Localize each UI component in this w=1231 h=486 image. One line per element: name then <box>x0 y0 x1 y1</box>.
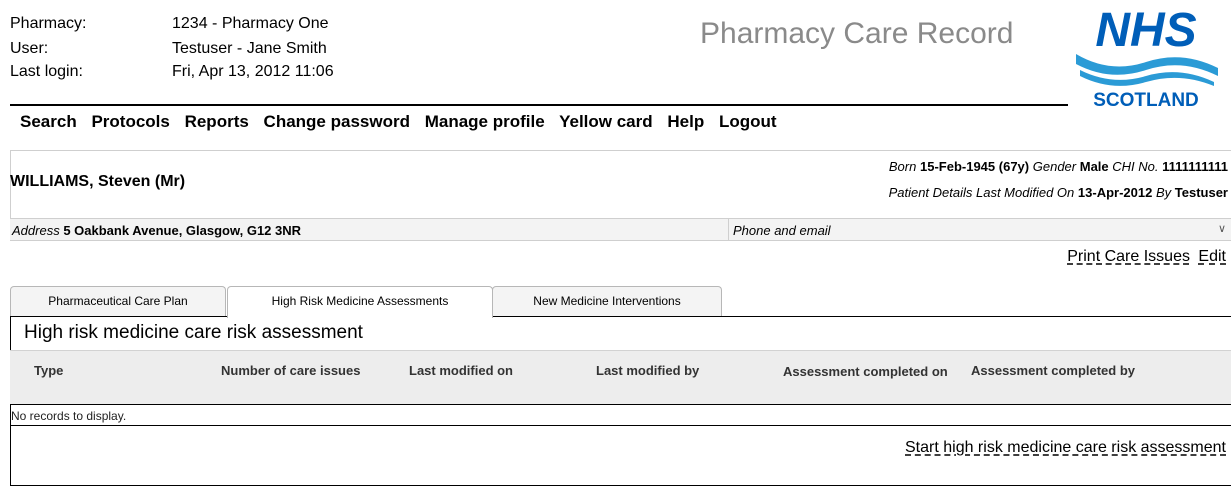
nav-protocols[interactable]: Protocols <box>91 112 169 131</box>
tab-high-risk-medicine-assessments[interactable]: High Risk Medicine Assessments <box>227 286 493 318</box>
tab-new-medicine-interventions[interactable]: New Medicine Interventions <box>492 286 722 316</box>
last-login-label: Last login: <box>10 63 83 80</box>
born-value: 15-Feb-1945 <box>919 159 996 174</box>
user-value: Testuser - Jane Smith <box>172 40 327 57</box>
gender-label: Gender <box>1032 159 1077 174</box>
nav-help[interactable]: Help <box>667 112 704 131</box>
modified-label: Patient Details Last Modified On <box>888 185 1075 200</box>
edit-link[interactable]: Edit <box>1198 248 1226 265</box>
last-login-value: Fri, Apr 13, 2012 11:06 <box>172 63 334 80</box>
nav-reports[interactable]: Reports <box>185 112 249 131</box>
logo-scotland-text: SCOTLAND <box>1093 90 1199 111</box>
modified-by-label: By <box>1155 185 1172 200</box>
address-label: Address <box>12 223 60 238</box>
modified-by-value: Testuser <box>1174 185 1228 200</box>
print-care-issues-link[interactable]: Print Care Issues <box>1067 248 1190 265</box>
pharmacy-value: 1234 - Pharmacy One <box>172 15 329 32</box>
chi-label: CHI No. <box>1112 159 1159 174</box>
column-header-type[interactable]: Type <box>34 363 63 378</box>
age-value: (67y) <box>998 159 1030 174</box>
gender-value: Male <box>1079 159 1109 174</box>
nhs-scotland-logo: NHS SCOTLAND <box>1076 4 1218 111</box>
address-value: 5 Oakbank Avenue, Glasgow, G12 3NR <box>63 223 302 238</box>
column-header-last-modified-by[interactable]: Last modified by <box>596 363 699 378</box>
top-nav: Search Protocols Reports Change password… <box>20 112 787 132</box>
start-assessment-link[interactable]: Start high risk medicine care risk asses… <box>905 439 1226 457</box>
patient-demographics: Born 15-Feb-1945 (67y) Gender Male CHI N… <box>889 159 1228 174</box>
chi-value: 1111111111 <box>1162 159 1228 174</box>
address-divider <box>728 219 729 240</box>
nav-change-password[interactable]: Change password <box>264 112 410 131</box>
logo-nhs-text: NHS <box>1095 4 1196 57</box>
column-header-care-issues[interactable]: Number of care issues <box>221 363 360 378</box>
born-label: Born <box>888 159 917 174</box>
column-header-assessment-completed-on[interactable]: Assessment completed on <box>783 363 963 381</box>
nav-manage-profile[interactable]: Manage profile <box>425 112 545 131</box>
patient-modified-line: Patient Details Last Modified On 13-Apr-… <box>889 185 1228 200</box>
patient-actions: Print Care Issues Edit <box>1067 248 1226 266</box>
app-title: Pharmacy Care Record <box>700 17 1014 50</box>
column-header-last-modified-on[interactable]: Last modified on <box>409 363 513 378</box>
pharmacy-label: Pharmacy: <box>10 15 87 32</box>
header-divider <box>10 104 1068 106</box>
column-header-assessment-completed-by[interactable]: Assessment completed by <box>971 363 1135 378</box>
patient-address: Address 5 Oakbank Avenue, Glasgow, G12 3… <box>12 223 301 238</box>
chevron-down-icon[interactable]: ∨ <box>1215 220 1229 238</box>
nav-logout[interactable]: Logout <box>719 112 777 131</box>
user-label: User: <box>10 40 49 57</box>
no-records-message: No records to display. <box>10 406 1231 426</box>
patient-name: WILLIAMS, Steven (Mr) <box>10 173 186 190</box>
panel-title: High risk medicine care risk assessment <box>24 322 363 343</box>
nav-yellow-card[interactable]: Yellow card <box>559 112 653 131</box>
logo-wave-icon <box>1076 54 1218 76</box>
modified-value: 13-Apr-2012 <box>1077 185 1153 200</box>
phone-email-label: Phone and email <box>733 223 831 238</box>
tab-pharmaceutical-care-plan[interactable]: Pharmaceutical Care Plan <box>10 286 226 316</box>
nav-search[interactable]: Search <box>20 112 77 131</box>
